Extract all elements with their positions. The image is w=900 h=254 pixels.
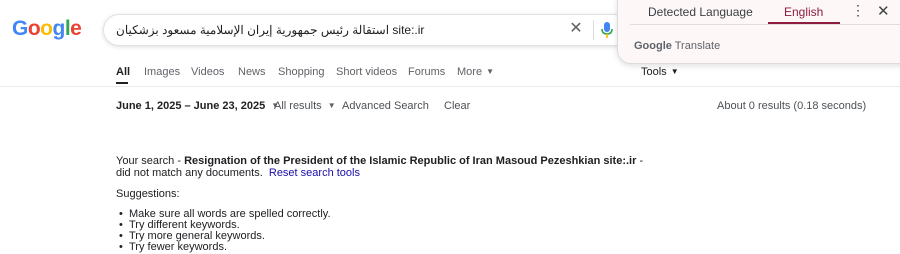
tools-label: Tools (641, 66, 667, 78)
tab-active-indicator (116, 82, 128, 84)
no-results-prefix: Your search - (116, 155, 185, 167)
translate-divider (630, 24, 900, 25)
no-results-query: Resignation of the President of the Isla… (184, 155, 637, 167)
detected-language-tab[interactable]: Detected Language (648, 5, 753, 19)
results-filter-label: All results (274, 100, 322, 112)
tab-all[interactable]: All (116, 66, 130, 78)
results-filter[interactable]: All results ▼ (274, 100, 336, 112)
tab-news[interactable]: News (238, 66, 266, 78)
date-range-label: June 1, 2025 – June 23, 2025 (116, 100, 266, 112)
tab-more-label: More (457, 66, 483, 78)
suggestions-title: Suggestions: (116, 188, 180, 200)
logo-letter: g (52, 17, 66, 40)
no-match-text: did not match any documents. (116, 167, 263, 179)
logo-letter: e (70, 17, 82, 40)
no-results-suffix: - (636, 155, 644, 167)
brand-google: Google (634, 40, 672, 52)
tab-short-videos[interactable]: Short videos (336, 66, 397, 78)
tools-button[interactable]: Tools ▼ (641, 66, 679, 78)
no-results-line2: did not match any documents. Reset searc… (116, 167, 716, 179)
header-divider (0, 86, 900, 87)
reset-search-tools-link[interactable]: Reset search tools (269, 167, 360, 179)
clear-tools-link[interactable]: Clear (444, 100, 470, 112)
result-stats: About 0 results (0.18 seconds) (717, 100, 867, 112)
google-translate-brand: Google Translate (634, 40, 720, 52)
caret-down-icon: ▼ (486, 67, 494, 76)
microphone-icon[interactable] (600, 21, 614, 39)
advanced-search-link[interactable]: Advanced Search (342, 100, 429, 112)
tab-more[interactable]: More ▼ (457, 66, 494, 78)
tab-videos[interactable]: Videos (191, 66, 224, 78)
dropdown-arrow-icon: ▼ (327, 101, 336, 110)
search-divider (593, 20, 594, 40)
caret-down-icon: ▼ (670, 67, 679, 76)
date-range-filter[interactable]: June 1, 2025 – June 23, 2025 ▼ (116, 100, 279, 112)
logo-letter: o (40, 17, 53, 40)
no-results-line1: Your search - Resignation of the Preside… (116, 155, 716, 167)
suggestion-item: Try fewer keywords. (119, 242, 716, 254)
search-input[interactable]: استقالة رئيس جمهورية إيران الإسلامية مسع… (116, 23, 424, 37)
more-options-icon[interactable]: ⋮ (851, 3, 865, 17)
close-icon[interactable]: ✕ (877, 2, 890, 20)
tab-images[interactable]: Images (144, 66, 180, 78)
google-logo[interactable]: Google (12, 17, 82, 41)
english-tab-indicator (768, 22, 840, 24)
clear-search-icon[interactable]: ✕ (567, 20, 585, 38)
tab-shopping[interactable]: Shopping (278, 66, 325, 78)
suggestions-list: Make sure all words are spelled correctl… (116, 209, 716, 254)
no-results-message: Your search - Resignation of the Preside… (116, 155, 716, 253)
brand-translate: Translate (674, 40, 721, 52)
logo-letter: o (27, 17, 41, 40)
tab-forums[interactable]: Forums (408, 66, 445, 78)
english-tab[interactable]: English (784, 5, 823, 19)
logo-letter: G (12, 17, 28, 40)
